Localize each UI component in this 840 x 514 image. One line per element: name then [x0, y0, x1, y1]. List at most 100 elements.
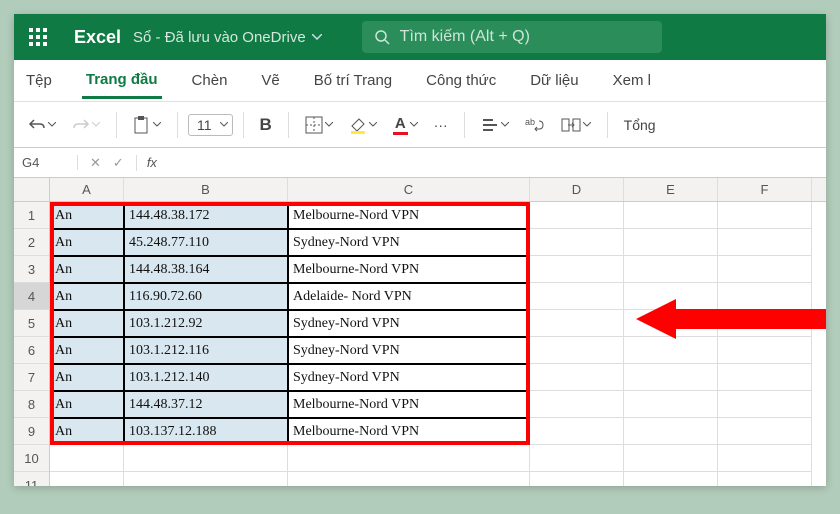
cell[interactable]: An: [50, 202, 124, 229]
redo-button[interactable]: [66, 113, 106, 137]
fx-label[interactable]: fx: [137, 155, 167, 170]
row-header[interactable]: 11: [14, 472, 49, 486]
column-header-F[interactable]: F: [718, 178, 812, 201]
cell[interactable]: [624, 391, 718, 418]
cell[interactable]: Sydney-Nord VPN: [288, 337, 530, 364]
cell[interactable]: An: [50, 283, 124, 310]
name-box[interactable]: G4: [14, 155, 78, 170]
cell[interactable]: [718, 472, 812, 486]
tab-formulas[interactable]: Công thức: [422, 64, 500, 97]
tab-view[interactable]: Xem l: [609, 64, 655, 97]
cell[interactable]: An: [50, 418, 124, 445]
bold-button[interactable]: B: [254, 111, 278, 139]
cell[interactable]: [624, 229, 718, 256]
cell[interactable]: [624, 364, 718, 391]
cell[interactable]: [124, 445, 288, 472]
cell[interactable]: [530, 202, 624, 229]
tab-layout[interactable]: Bố trí Trang: [310, 64, 396, 97]
cell[interactable]: 103.1.212.116: [124, 337, 288, 364]
cell[interactable]: Melbourne-Nord VPN: [288, 256, 530, 283]
column-header-A[interactable]: A: [50, 178, 124, 201]
column-header-D[interactable]: D: [530, 178, 624, 201]
cell[interactable]: 103.1.212.92: [124, 310, 288, 337]
cell[interactable]: [718, 418, 812, 445]
cell[interactable]: [50, 445, 124, 472]
tab-insert[interactable]: Chèn: [188, 64, 232, 97]
cell[interactable]: 45.248.77.110: [124, 229, 288, 256]
cell[interactable]: [624, 202, 718, 229]
cell[interactable]: An: [50, 391, 124, 418]
cell[interactable]: [530, 364, 624, 391]
cell[interactable]: [530, 229, 624, 256]
cell[interactable]: [124, 472, 288, 486]
confirm-formula-icon[interactable]: ✓: [113, 155, 124, 171]
app-launcher-icon[interactable]: [14, 28, 62, 46]
font-size-input[interactable]: 11: [188, 114, 233, 136]
row-header[interactable]: 3: [14, 256, 49, 283]
row-header[interactable]: 8: [14, 391, 49, 418]
row-header[interactable]: 1: [14, 202, 49, 229]
cell[interactable]: An: [50, 256, 124, 283]
cell[interactable]: An: [50, 337, 124, 364]
cell[interactable]: [530, 445, 624, 472]
cell[interactable]: 144.48.38.172: [124, 202, 288, 229]
fill-color-button[interactable]: [343, 112, 383, 138]
borders-button[interactable]: [299, 112, 339, 138]
cell[interactable]: 144.48.38.164: [124, 256, 288, 283]
cell[interactable]: Sydney-Nord VPN: [288, 364, 530, 391]
search-input[interactable]: Tìm kiếm (Alt + Q): [362, 21, 662, 53]
column-header-B[interactable]: B: [124, 178, 288, 201]
tab-data[interactable]: Dữ liệu: [526, 64, 582, 97]
cell[interactable]: 144.48.37.12: [124, 391, 288, 418]
cell[interactable]: [530, 391, 624, 418]
tab-file[interactable]: Tệp: [22, 64, 56, 97]
cell[interactable]: Adelaide- Nord VPN: [288, 283, 530, 310]
cell[interactable]: 116.90.72.60: [124, 283, 288, 310]
tab-home[interactable]: Trang đầu: [82, 63, 162, 99]
cell[interactable]: [624, 418, 718, 445]
row-header[interactable]: 9: [14, 418, 49, 445]
wrap-text-button[interactable]: ab: [519, 113, 551, 137]
column-header-C[interactable]: C: [288, 178, 530, 201]
cell[interactable]: [624, 472, 718, 486]
cell[interactable]: 103.137.12.188: [124, 418, 288, 445]
cell[interactable]: Melbourne-Nord VPN: [288, 202, 530, 229]
cell[interactable]: [718, 364, 812, 391]
merge-button[interactable]: [555, 113, 597, 137]
row-header[interactable]: 2: [14, 229, 49, 256]
undo-button[interactable]: [22, 113, 62, 137]
cell[interactable]: An: [50, 310, 124, 337]
cell[interactable]: [288, 472, 530, 486]
cell[interactable]: Melbourne-Nord VPN: [288, 418, 530, 445]
autosum-button[interactable]: Tổng: [618, 113, 662, 137]
column-header-E[interactable]: E: [624, 178, 718, 201]
cell[interactable]: [530, 310, 624, 337]
cell[interactable]: Sydney-Nord VPN: [288, 310, 530, 337]
cell[interactable]: [718, 256, 812, 283]
row-header[interactable]: 4: [14, 283, 49, 310]
cell[interactable]: 103.1.212.140: [124, 364, 288, 391]
cell[interactable]: [530, 472, 624, 486]
cell[interactable]: Sydney-Nord VPN: [288, 229, 530, 256]
cell[interactable]: [530, 283, 624, 310]
cell[interactable]: [624, 445, 718, 472]
cell[interactable]: [718, 202, 812, 229]
align-middle-button[interactable]: [475, 113, 515, 137]
cell[interactable]: [718, 229, 812, 256]
row-header[interactable]: 10: [14, 445, 49, 472]
cell[interactable]: [288, 445, 530, 472]
document-title[interactable]: Sổ - Đã lưu vào OneDrive: [133, 29, 322, 46]
row-header[interactable]: 5: [14, 310, 49, 337]
cell[interactable]: [530, 337, 624, 364]
cell[interactable]: [530, 418, 624, 445]
row-header[interactable]: 6: [14, 337, 49, 364]
font-color-button[interactable]: A: [387, 111, 424, 139]
cell[interactable]: [50, 472, 124, 486]
cell[interactable]: [530, 256, 624, 283]
row-header[interactable]: 7: [14, 364, 49, 391]
select-all-corner[interactable]: [14, 178, 49, 202]
cell[interactable]: An: [50, 229, 124, 256]
cell[interactable]: [624, 256, 718, 283]
cell[interactable]: An: [50, 364, 124, 391]
cell[interactable]: Melbourne-Nord VPN: [288, 391, 530, 418]
